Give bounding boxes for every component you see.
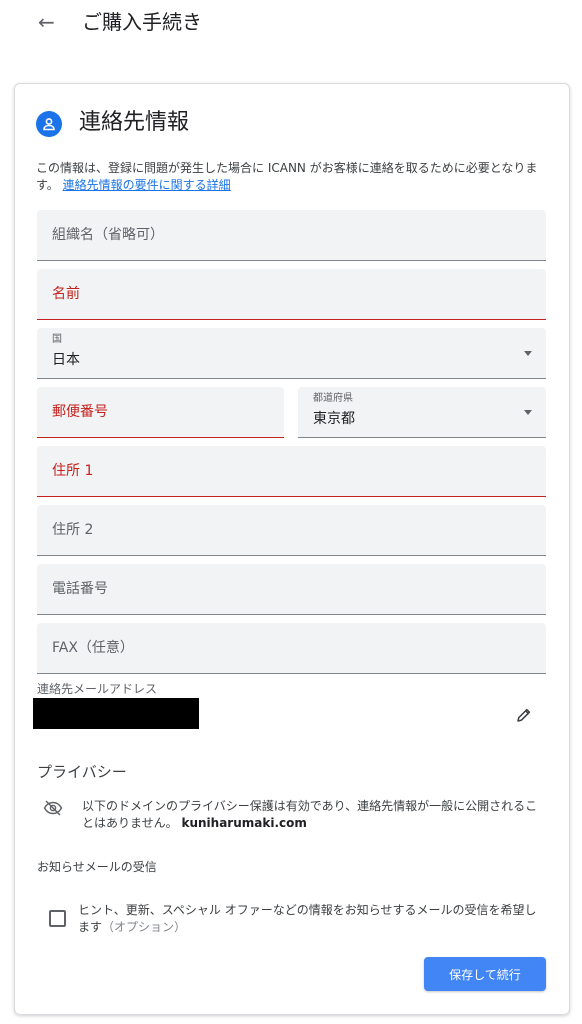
- privacy-title: プライバシー: [37, 763, 127, 781]
- prefecture-value: 東京都: [313, 411, 355, 427]
- address1-placeholder: 住所 1: [52, 463, 94, 479]
- privacy-description: 以下のドメインのプライバシー保護は有効であり、連絡先情報が一般に公開されることは…: [82, 799, 538, 830]
- prefecture-select[interactable]: 都道府県 東京都: [298, 387, 546, 438]
- country-select[interactable]: 国 日本: [37, 328, 546, 379]
- contact-info-card: 連絡先情報 この情報は、登録に問題が発生した場合に ICANN がお客様に連絡を…: [14, 83, 570, 1015]
- newsletter-optional: （オプション）: [102, 920, 187, 934]
- card-title: 連絡先情報: [79, 110, 190, 135]
- intro-text: この情報は、登録に問題が発生した場合に ICANN がお客様に連絡を取るために必…: [36, 160, 551, 194]
- save-and-continue-button[interactable]: 保存して続行: [424, 957, 546, 991]
- fax-placeholder: FAX（任意）: [52, 640, 134, 656]
- prefecture-label: 都道府県: [313, 393, 353, 404]
- privacy-domain: kuniharumaki.com: [181, 816, 307, 830]
- fax-field[interactable]: FAX（任意）: [37, 623, 546, 674]
- postal-code-placeholder: 郵便番号: [52, 404, 108, 420]
- newsletter-title: お知らせメールの受信: [37, 860, 157, 874]
- back-arrow-icon[interactable]: ←: [38, 9, 55, 35]
- dropdown-arrow-icon: [524, 351, 532, 356]
- address2-placeholder: 住所 2: [52, 522, 94, 538]
- phone-placeholder: 電話番号: [52, 581, 108, 597]
- organization-field[interactable]: 組織名（省略可）: [37, 210, 546, 261]
- email-value-redacted: [33, 698, 199, 729]
- country-label: 国: [52, 334, 62, 345]
- email-label: 連絡先メールアドレス: [37, 682, 158, 696]
- person-icon: [36, 111, 62, 137]
- organization-placeholder: 組織名（省略可）: [52, 227, 164, 243]
- page-title: ご購入手続き: [82, 10, 202, 34]
- phone-field[interactable]: 電話番号: [37, 564, 546, 615]
- requirements-link[interactable]: 連絡先情報の要件に関する詳細: [63, 178, 231, 192]
- address2-field[interactable]: 住所 2: [37, 505, 546, 556]
- top-bar: ← ご購入手続き: [0, 0, 582, 48]
- eye-off-icon: [43, 800, 63, 820]
- privacy-text: 以下のドメインのプライバシー保護は有効であり、連絡先情報が一般に公開されることは…: [82, 798, 547, 832]
- newsletter-label: ヒント、更新、スペシャル オファーなどの情報をお知らせするメールの受信を希望しま…: [78, 902, 548, 936]
- country-value: 日本: [52, 352, 80, 368]
- pencil-icon[interactable]: [515, 706, 533, 728]
- address1-field[interactable]: 住所 1: [37, 446, 546, 497]
- name-field[interactable]: 名前: [37, 269, 546, 320]
- postal-code-field[interactable]: 郵便番号: [37, 387, 284, 438]
- name-placeholder: 名前: [52, 286, 80, 302]
- newsletter-checkbox[interactable]: [49, 910, 66, 927]
- dropdown-arrow-icon: [524, 410, 532, 415]
